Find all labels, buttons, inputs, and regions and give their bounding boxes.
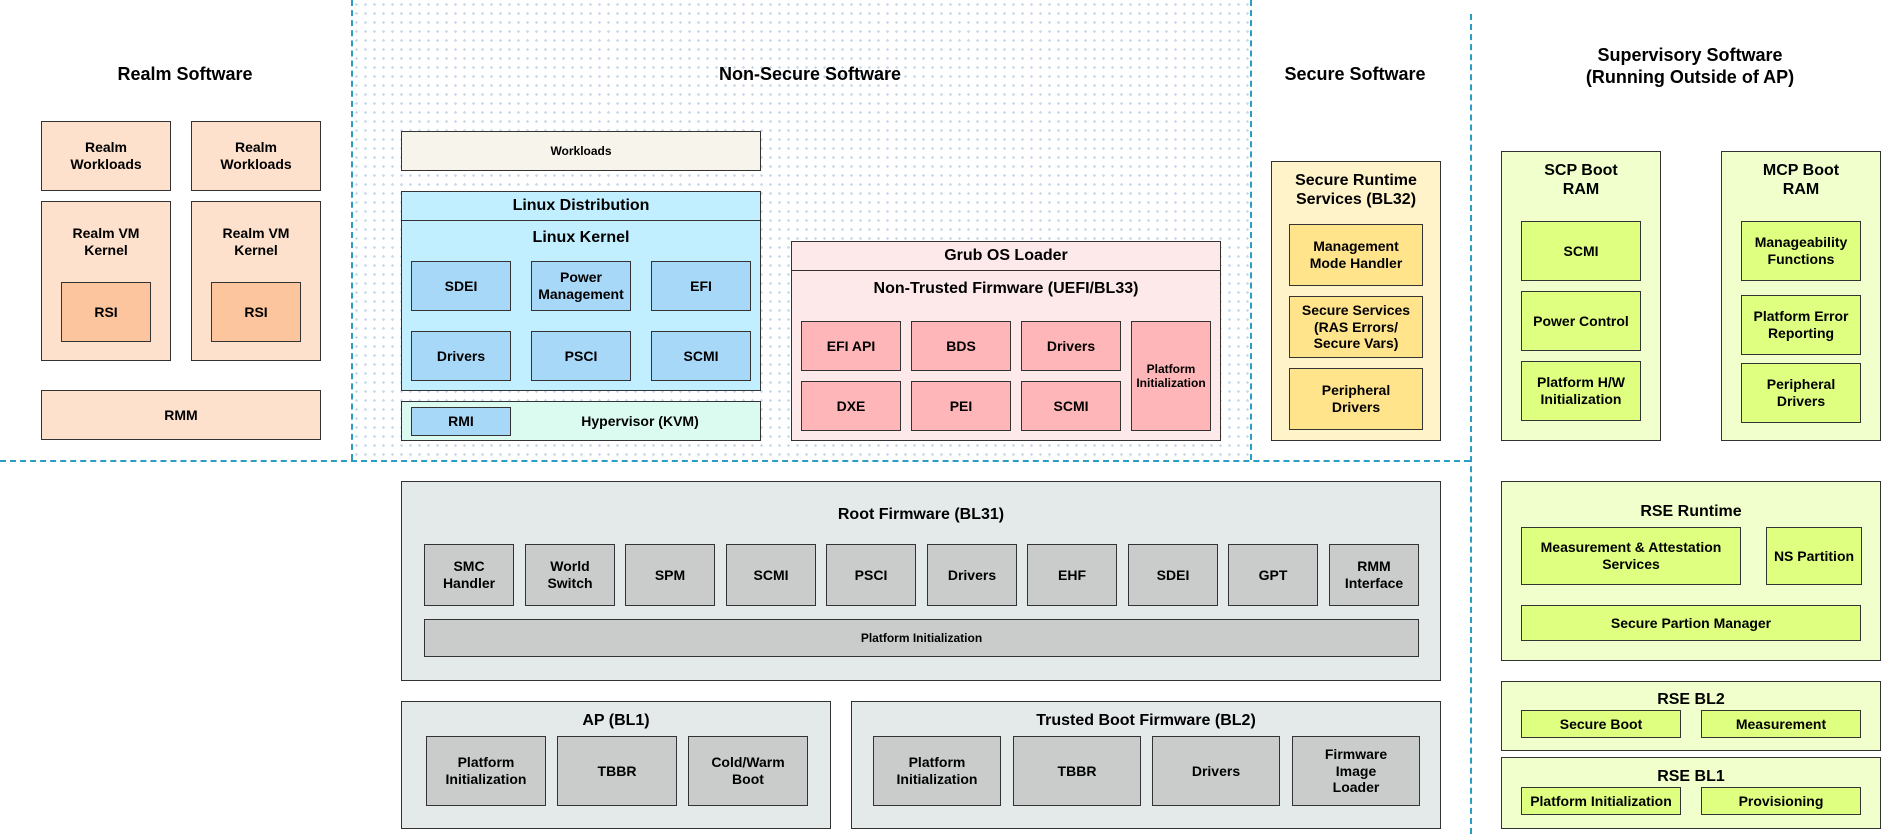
secure-software-heading: Secure Software [1284,64,1426,85]
rmi-box: RMI [411,407,511,436]
realm-vm-kernel-1: Realm VM Kernel RSI [41,201,171,361]
secure-partition-manager: Secure Partion Manager [1521,605,1861,641]
hypervisor-label: Hypervisor (KVM) [581,412,699,429]
ns-partition: NS Partition [1766,527,1862,585]
rse-bl1-label: RSE BL1 [1657,768,1725,786]
supervisory-software-heading: Supervisory Software (Running Outside of… [1585,45,1795,87]
scp-scmi: SCMI [1521,221,1641,281]
mcp-boot-ram: MCP Boot RAM Manageability Functions Pla… [1721,151,1881,441]
non-secure-software-heading: Non-Secure Software [718,64,902,85]
non-trusted-firmware-label: Non-Trusted Firmware (UEFI/BL33) [873,280,1139,298]
kernel-sdei: SDEI [411,261,511,311]
bl2-tbbr: TBBR [1013,736,1141,806]
root-platform-initialization: Platform Initialization [424,619,1419,657]
realm-workloads-1: Realm Workloads [41,121,171,191]
rse-measurement: Measurement [1701,710,1861,738]
grub-os-loader: Grub OS Loader Non-Trusted Firmware (UEF… [791,241,1221,441]
mcp-peripheral-drivers: Peripheral Drivers [1741,363,1861,423]
ap-bl1-label: AP (BL1) [582,712,650,730]
workloads-box: Workloads [401,131,761,171]
root-drivers: Drivers [927,544,1017,606]
kernel-power-management: Power Management [531,261,631,311]
trusted-boot-firmware-bl2: Trusted Boot Firmware (BL2) Platform Ini… [851,701,1441,829]
scp-power-control: Power Control [1521,291,1641,351]
secure-runtime-services: Secure Runtime Services (BL32) Managemen… [1271,161,1441,441]
grub-os-loader-label: Grub OS Loader [792,242,1220,271]
root-spm: SPM [625,544,715,606]
rse-bl2-label: RSE BL2 [1657,691,1725,709]
secure-runtime-label: Secure Runtime Services (BL32) [1295,171,1417,208]
rse-secure-boot: Secure Boot [1521,710,1681,738]
bl2-firmware-image-loader: Firmware Image Loader [1292,736,1420,806]
root-world-switch: World Switch [525,544,615,606]
uefi-efi-api: EFI API [801,321,901,371]
peripheral-drivers: Peripheral Drivers [1289,368,1423,430]
divider-nonsecure-secure [1250,0,1252,460]
root-smc-handler: SMC Handler [424,544,514,606]
scp-boot-ram: SCP Boot RAM SCMI Power Control Platform… [1501,151,1661,441]
mcp-boot-ram-label: MCP Boot RAM [1762,161,1840,198]
bl2-drivers: Drivers [1152,736,1280,806]
mcp-platform-error-reporting: Platform Error Reporting [1741,295,1861,355]
rsi-1: RSI [61,282,151,342]
kernel-efi: EFI [651,261,751,311]
uefi-scmi: SCMI [1021,381,1121,431]
scp-platform-hw-initialization: Platform H/W Initialization [1521,361,1641,421]
mcp-manageability-functions: Manageability Functions [1741,221,1861,281]
management-mode-handler: Management Mode Handler [1289,224,1423,286]
rse-bl2: RSE BL2 Secure Boot Measurement [1501,681,1881,751]
root-scmi: SCMI [726,544,816,606]
ap-bl1: AP (BL1) Platform Initialization TBBR Co… [401,701,831,829]
bl1-cold-warm-boot: Cold/Warm Boot [688,736,808,806]
measurement-attestation-services: Measurement & Attestation Services [1521,527,1741,585]
root-rmm-interface: RMM Interface [1329,544,1419,606]
hypervisor-kvm: RMI Hypervisor (KVM) [401,401,761,441]
rse-platform-initialization: Platform Initialization [1521,787,1681,815]
secure-services: Secure Services (RAS Errors/ Secure Vars… [1289,296,1423,358]
root-firmware-bl31: Root Firmware (BL31) SMC Handler World S… [401,481,1441,681]
divider-world-firmware [0,460,1470,462]
bl1-platform-initialization: Platform Initialization [426,736,546,806]
uefi-platform-initialization: Platform Initialization [1131,321,1211,431]
realm-workloads-2: Realm Workloads [191,121,321,191]
root-psci: PSCI [826,544,916,606]
realm-software-heading: Realm Software [117,64,253,85]
root-firmware-label: Root Firmware (BL31) [837,506,1005,524]
kernel-psci: PSCI [531,331,631,381]
realm-vm-kernel-2: Realm VM Kernel RSI [191,201,321,361]
uefi-drivers: Drivers [1021,321,1121,371]
realm-vm-kernel-1-label: Realm VM Kernel [72,225,140,258]
root-ehf: EHF [1027,544,1117,606]
rmm-box: RMM [41,390,321,440]
divider-realm-nonsecure [351,0,353,460]
rse-provisioning: Provisioning [1701,787,1861,815]
bl1-tbbr: TBBR [557,736,677,806]
kernel-scmi: SCMI [651,331,751,381]
linux-distribution: Linux Distribution Linux Kernel SDEI Pow… [401,191,761,391]
uefi-dxe: DXE [801,381,901,431]
rse-bl1: RSE BL1 Platform Initialization Provisio… [1501,757,1881,829]
realm-vm-kernel-2-label: Realm VM Kernel [222,225,290,258]
bl2-label: Trusted Boot Firmware (BL2) [1036,712,1256,730]
divider-secure-supervisory [1470,14,1472,834]
uefi-pei: PEI [911,381,1011,431]
scp-boot-ram-label: SCP Boot RAM [1544,161,1618,198]
rse-runtime-label: RSE Runtime [1640,503,1742,521]
linux-kernel-label: Linux Kernel [532,229,630,247]
kernel-drivers: Drivers [411,331,511,381]
rse-runtime: RSE Runtime Measurement & Attestation Se… [1501,481,1881,661]
root-gpt: GPT [1228,544,1318,606]
rsi-2: RSI [211,282,301,342]
root-sdei: SDEI [1128,544,1218,606]
bl2-platform-initialization: Platform Initialization [873,736,1001,806]
uefi-bds: BDS [911,321,1011,371]
linux-distribution-label: Linux Distribution [402,192,760,221]
